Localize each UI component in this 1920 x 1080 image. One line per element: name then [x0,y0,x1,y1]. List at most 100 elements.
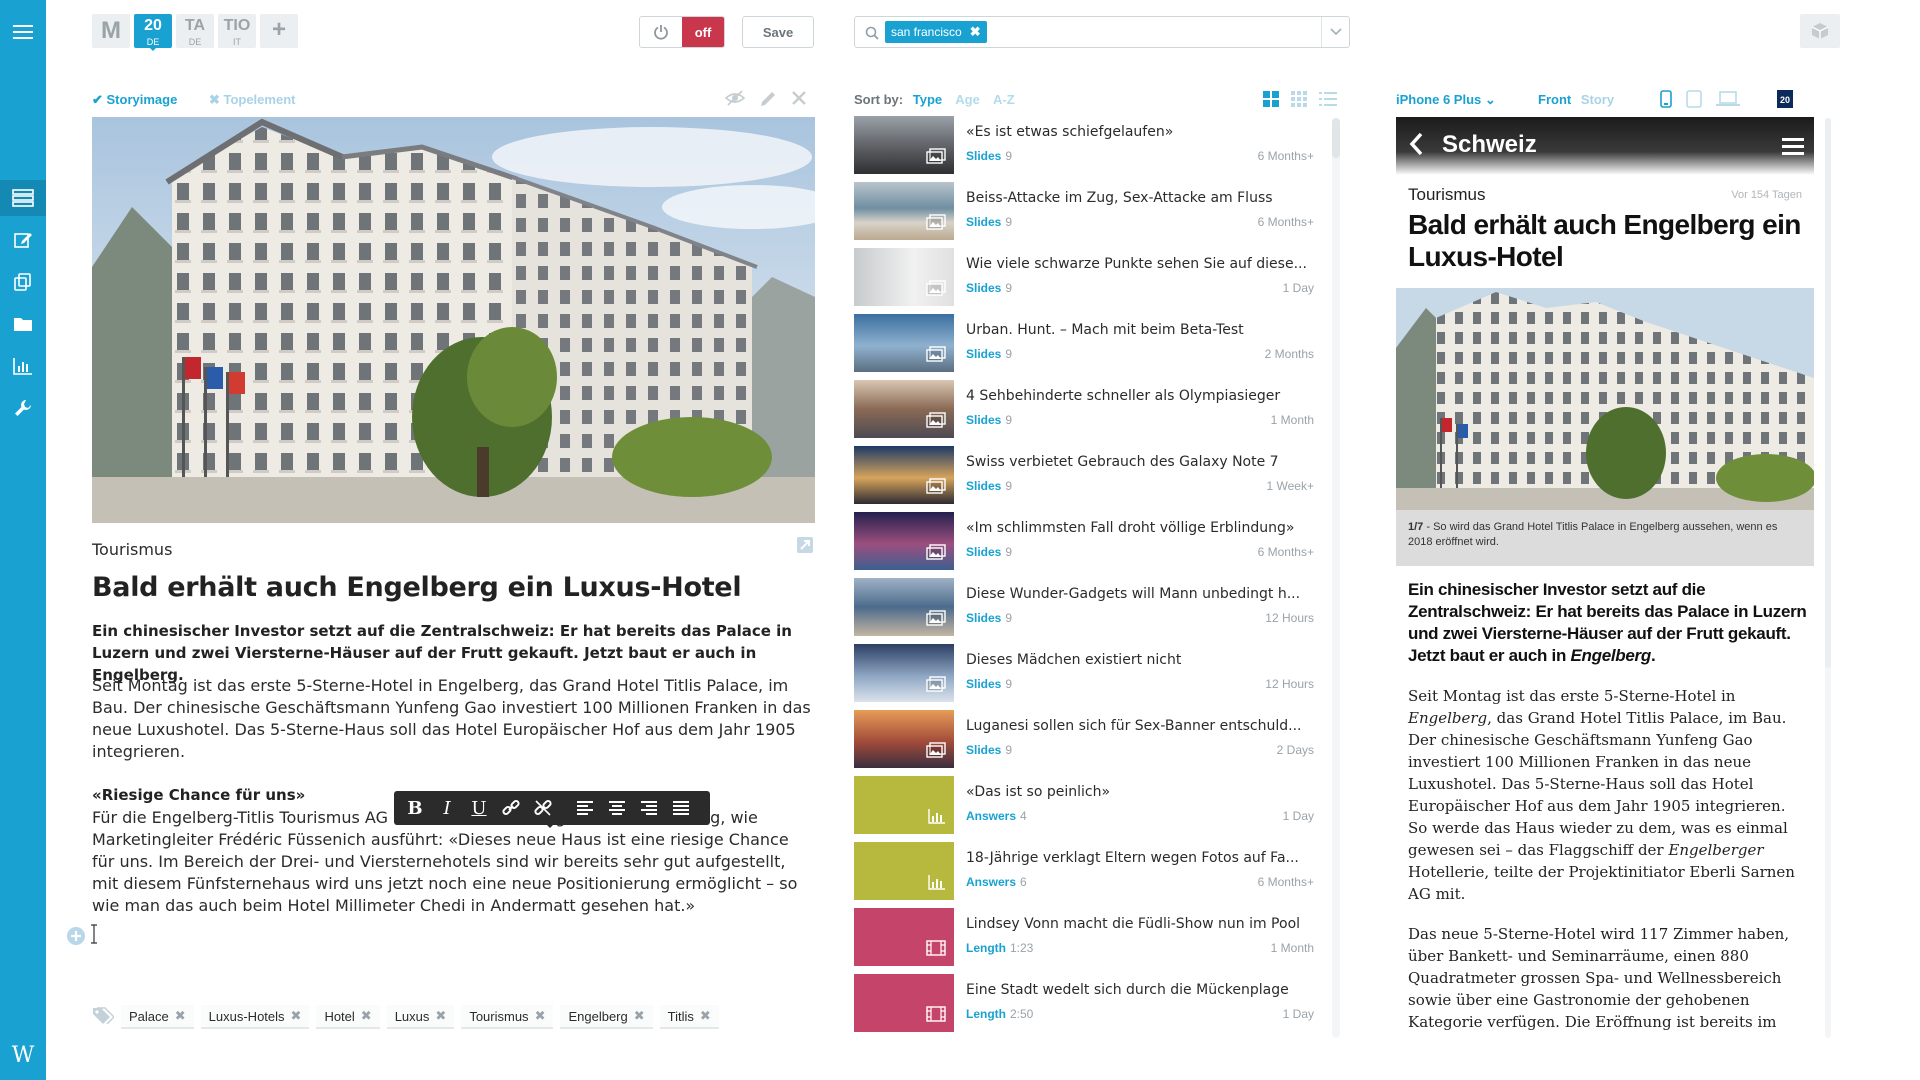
unlink-icon[interactable] [528,793,558,823]
edition-tab-20-de[interactable]: 20 DE [134,14,172,51]
list-item-title[interactable]: Wie viele schwarze Punkte sehen Sie auf … [966,256,1312,272]
remove-tag-icon[interactable]: ✖ [291,1008,302,1024]
list-item-thumbnail[interactable] [854,512,954,570]
article-title[interactable]: Bald erhält auch Engelberg ein Luxus-Hot… [92,572,742,603]
link-icon[interactable] [496,793,526,823]
list-item[interactable]: Diese Wunder-Gadgets will Mann unbedingt… [854,576,1316,642]
underline-button[interactable]: U [464,793,494,823]
bold-button[interactable]: B [400,793,430,823]
chevron-down-icon[interactable] [1321,17,1349,47]
expand-icon[interactable] [797,537,813,557]
tablet-icon[interactable] [1686,90,1702,112]
list-item[interactable]: Luganesi sollen sich für Sex-Banner ents… [854,708,1316,774]
italic-button[interactable]: I [432,793,462,823]
list-item-title[interactable]: «Im schlimmsten Fall droht völlige Erbli… [966,520,1312,536]
list-item-thumbnail[interactable] [854,776,954,834]
grid-small-view-icon[interactable] [1291,91,1307,111]
scrollbar-thumb[interactable] [1332,118,1340,158]
tab-story[interactable]: Story [1581,92,1614,107]
list-item-thumbnail[interactable] [854,182,954,240]
hamburger-menu-icon[interactable] [1782,137,1804,159]
tag-chip[interactable]: Luxus-Hotels ✖ [200,1005,310,1029]
add-block-icon[interactable] [66,926,86,950]
list-item[interactable]: 4 Sehbehinderte schneller als Olympiasie… [854,378,1316,444]
list-item[interactable]: Eine Stadt wedelt sich durch die Mückenp… [854,972,1316,1038]
list-item-thumbnail[interactable] [854,446,954,504]
list-item-title[interactable]: Lindsey Vonn macht die Füdli-Show nun im… [966,916,1312,932]
remove-tag-icon[interactable]: ✖ [700,1008,711,1024]
sort-by-az[interactable]: A-Z [993,92,1015,107]
article-kicker[interactable]: Tourismus [92,540,172,559]
folder-icon[interactable] [0,306,46,342]
remove-tag-icon[interactable]: ✖ [175,1008,186,1024]
list-scrollbar[interactable] [1332,118,1340,1038]
pencil-icon[interactable] [759,90,777,112]
save-button[interactable]: Save [742,16,814,48]
list-item-thumbnail[interactable] [854,644,954,702]
publish-toggle[interactable]: off [639,16,725,48]
list-item-thumbnail[interactable] [854,380,954,438]
tag-chip[interactable]: Titlis ✖ [659,1005,719,1029]
story-image[interactable] [92,117,815,523]
device-select[interactable]: iPhone 6 Plus ⌄ [1396,92,1496,108]
brand-logo[interactable]: W [0,1043,46,1068]
list-view-icon[interactable] [1319,91,1337,111]
list-item-title[interactable]: Diese Wunder-Gadgets will Mann unbedingt… [966,586,1312,602]
list-item-thumbnail[interactable] [854,842,954,900]
align-justify-icon[interactable] [666,793,696,823]
list-item-thumbnail[interactable] [854,974,954,1032]
tag-chip[interactable]: Luxus ✖ [386,1005,455,1029]
edit-icon[interactable] [0,222,46,258]
close-icon[interactable] [791,90,807,112]
list-item[interactable]: «Es ist etwas schiefgelaufen» Slides 9 6 Mo… [854,114,1316,180]
duplicate-icon[interactable] [0,264,46,300]
scrollbar-thumb[interactable] [1825,118,1831,668]
preview-scrollbar[interactable] [1825,118,1831,1038]
tab-front[interactable]: Front [1538,92,1571,107]
align-right-icon[interactable] [634,793,664,823]
align-left-icon[interactable] [570,793,600,823]
remove-tag-icon[interactable]: ✖ [435,1008,446,1024]
stories-list-icon[interactable] [0,180,46,216]
list-item-title[interactable]: Eine Stadt wedelt sich durch die Mückenp… [966,982,1312,998]
add-edition-button[interactable]: + [260,14,298,48]
tab-topelement[interactable]: ✖ Topelement [209,92,310,107]
search-filter-chip[interactable]: san francisco ✖ [885,21,987,43]
align-center-icon[interactable] [602,793,632,823]
tag-chip[interactable]: Engelberg ✖ [560,1005,653,1029]
hide-eye-icon[interactable] [724,90,746,112]
edition-tab-m[interactable]: M [92,14,130,48]
sort-by-age[interactable]: Age [955,92,980,107]
statistics-icon[interactable] [0,348,46,384]
list-item-title[interactable]: «Das ist so peinlich» [966,784,1312,800]
phone-icon[interactable] [1660,90,1672,112]
list-item[interactable]: Beiss-Attacke im Zug, Sex-Attacke am Flu… [854,180,1316,246]
list-item-thumbnail[interactable] [854,248,954,306]
list-item[interactable]: Wie viele schwarze Punkte sehen Sie auf … [854,246,1316,312]
article-body-paragraph[interactable]: Seit Montag ist das erste 5-Sterne-Hotel… [92,675,816,763]
3d-cube-icon[interactable] [1800,14,1840,48]
list-item[interactable]: Lindsey Vonn macht die Füdli-Show nun im… [854,906,1316,972]
tag-chip[interactable]: Palace ✖ [121,1005,194,1029]
remove-tag-icon[interactable]: ✖ [535,1008,546,1024]
list-item[interactable]: «Im schlimmsten Fall droht völlige Erbli… [854,510,1316,576]
article-subheading[interactable]: «Riesige Chance für uns» [92,786,305,804]
list-item-thumbnail[interactable] [854,314,954,372]
list-item[interactable]: Urban. Hunt. – Mach mit beim Beta-Test Sl… [854,312,1316,378]
list-item-title[interactable]: 4 Sehbehinderte schneller als Olympiasie… [966,388,1312,404]
list-item[interactable]: «Das ist so peinlich» Answers 4 1 Day [854,774,1316,840]
list-item-thumbnail[interactable] [854,908,954,966]
remove-filter-icon[interactable]: ✖ [970,24,981,40]
list-item-title[interactable]: 18-Jährige verklagt Eltern wegen Fotos a… [966,850,1312,866]
list-item-title[interactable]: «Es ist etwas schiefgelaufen» [966,124,1312,140]
list-item-thumbnail[interactable] [854,578,954,636]
tab-storyimage[interactable]: ✔ Storyimage [92,92,191,107]
list-item-title[interactable]: Urban. Hunt. – Mach mit beim Beta-Test [966,322,1312,338]
hamburger-menu-icon[interactable] [0,14,46,50]
tag-chip[interactable]: Hotel ✖ [316,1005,380,1029]
edition-tab-ta-de[interactable]: TA DE [176,14,214,48]
off-button[interactable]: off [682,17,724,47]
list-item[interactable]: 18-Jährige verklagt Eltern wegen Fotos a… [854,840,1316,906]
back-chevron-icon[interactable] [1408,131,1424,161]
tag-chip[interactable]: Tourismus ✖ [461,1005,554,1029]
